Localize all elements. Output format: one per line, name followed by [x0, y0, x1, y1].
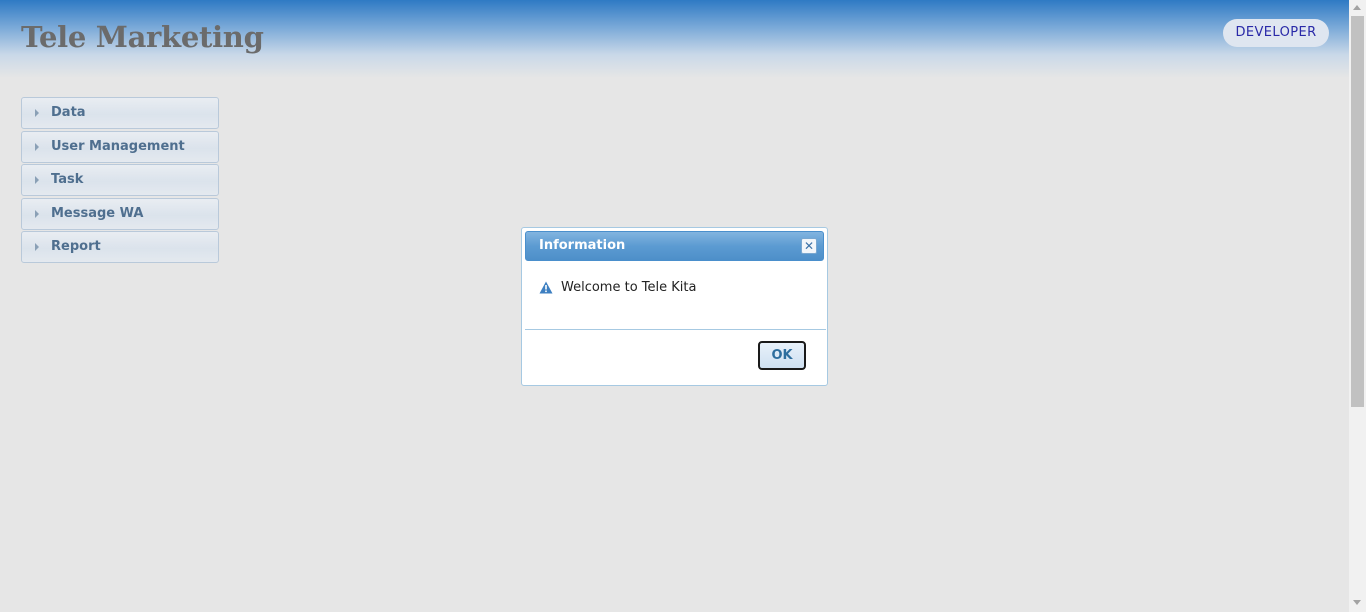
app-title: Tele Marketing [21, 20, 264, 54]
dialog-divider [525, 329, 826, 330]
information-dialog: Information ✕ Welcome to Tele Kita OK [521, 227, 828, 386]
triangle-right-icon [35, 209, 39, 218]
dialog-title: Information [539, 238, 626, 253]
dialog-message: Welcome to Tele Kita [561, 280, 697, 295]
sidebar-item-task[interactable]: Task [21, 164, 219, 196]
sidebar-item-data[interactable]: Data [21, 97, 219, 129]
sidebar-item-label: Data [51, 105, 86, 120]
sidebar-item-label: User Management [51, 138, 185, 154]
sidebar-item-label: Report [51, 239, 101, 254]
close-icon[interactable]: ✕ [801, 238, 817, 254]
sidebar-item-message-wa[interactable]: Message WA [21, 197, 219, 230]
triangle-right-icon [35, 176, 39, 184]
sidebar-item-report[interactable]: Report [21, 231, 219, 263]
sidebar-menu: Data User Management Task Message WA Rep… [21, 97, 219, 265]
triangle-right-icon [35, 243, 39, 251]
triangle-right-icon [35, 142, 39, 151]
dialog-titlebar[interactable]: Information ✕ [525, 231, 824, 261]
ok-button[interactable]: OK [758, 341, 806, 370]
scroll-down-arrow-icon[interactable] [1353, 600, 1361, 605]
page: Tele Marketing DEVELOPER Data User Manag… [0, 0, 1349, 612]
triangle-right-icon [35, 109, 39, 117]
scroll-up-arrow-icon[interactable] [1353, 5, 1361, 10]
header: Tele Marketing DEVELOPER [0, 0, 1349, 78]
scrollbar-thumb[interactable] [1351, 16, 1364, 407]
warning-icon [539, 281, 553, 294]
user-role-button[interactable]: DEVELOPER [1223, 19, 1329, 47]
sidebar-item-user-management[interactable]: User Management [21, 130, 219, 163]
sidebar-item-label: Message WA [51, 205, 144, 221]
vertical-scrollbar[interactable] [1349, 0, 1366, 612]
sidebar-item-label: Task [51, 172, 84, 187]
